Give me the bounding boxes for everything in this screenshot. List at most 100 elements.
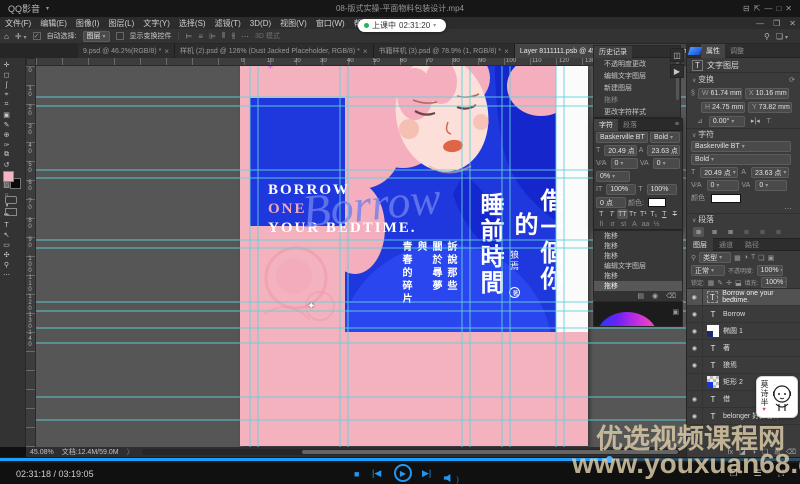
align-left-icon[interactable]: ⊨: [185, 32, 192, 41]
text-color-swatch[interactable]: [648, 198, 666, 207]
status-more-icon[interactable]: 〉: [127, 447, 134, 457]
layer-row[interactable]: ◉ T 狼焉: [687, 357, 800, 374]
menu-3d[interactable]: 3D(D): [250, 19, 271, 28]
history-state[interactable]: 编辑文字图层: [594, 70, 680, 82]
layers-tab[interactable]: 图层: [687, 238, 713, 251]
layer-visibility-toggle-off[interactable]: [687, 374, 703, 390]
history-brush-tool[interactable]: ↺: [0, 160, 13, 170]
history-state-current[interactable]: 拖移: [594, 281, 682, 291]
paragraph-section-label[interactable]: 段落: [692, 214, 714, 225]
tracking-field[interactable]: 0: [653, 158, 680, 169]
delete-state-icon[interactable]: ⌫: [666, 292, 676, 300]
ps-close-button[interactable]: ✕: [789, 19, 796, 28]
layer-visibility-toggle[interactable]: ◉: [687, 391, 703, 407]
lock-pixels-icon[interactable]: ✎: [717, 279, 723, 287]
fullscreen-button[interactable]: ⛶: [778, 468, 784, 479]
brush-tool[interactable]: ✑: [0, 140, 13, 150]
screenshot-button[interactable]: ❐: [730, 468, 738, 479]
opacity-field[interactable]: 100%: [757, 265, 783, 276]
layer-filter-kind-dropdown[interactable]: 类型: [699, 252, 731, 263]
small-caps-button[interactable]: Tт: [628, 209, 639, 219]
qq-minimize-button[interactable]: —: [764, 4, 772, 13]
shape-layer-thumbnail[interactable]: [707, 325, 719, 337]
ordinals-button[interactable]: aa: [640, 219, 651, 229]
faux-italic-button[interactable]: T: [607, 209, 618, 219]
gradient-panel-icon[interactable]: ▣: [672, 308, 679, 316]
lock-all-icon[interactable]: ⬓: [735, 279, 742, 287]
filter-shape-icon[interactable]: ❏: [758, 254, 764, 262]
history-state[interactable]: 拖移: [594, 231, 682, 241]
subscript-button[interactable]: T₁: [649, 209, 660, 219]
show-transform-checkbox[interactable]: [116, 32, 124, 40]
menu-window[interactable]: 窗口(W): [316, 18, 345, 29]
font-size-field[interactable]: 20.49 点: [604, 145, 637, 156]
lasso-tool[interactable]: ʃ: [0, 80, 13, 90]
rotate-angle-field[interactable]: 0.00°: [709, 116, 745, 127]
stop-button[interactable]: ■: [354, 469, 359, 479]
layer-visibility-toggle[interactable]: ◉: [687, 357, 703, 373]
distribute-h-icon[interactable]: ⫵: [231, 31, 235, 41]
more-align-icon[interactable]: ⋯: [241, 32, 249, 41]
filter-adjustment-icon[interactable]: ◑: [744, 254, 748, 261]
filter-smartobject-icon[interactable]: ▣: [768, 254, 775, 262]
doc-tab-1[interactable]: 9.psd @ 46.2%(RGB/8) *: [78, 44, 175, 58]
volume-button[interactable]: ): [444, 469, 459, 484]
align-center-icon[interactable]: ≡: [198, 32, 203, 41]
layer-row[interactable]: ◉ T 著: [687, 340, 800, 357]
layer-fx-icon[interactable]: fx: [728, 449, 733, 456]
collapsed-panel-actions-icon[interactable]: ▶: [670, 64, 684, 78]
new-snapshot-icon[interactable]: ◉: [652, 292, 658, 300]
ps-restore-button[interactable]: ❐: [773, 19, 780, 28]
clone-stamp-tool[interactable]: ⧉: [0, 150, 13, 160]
new-doc-from-state-icon[interactable]: ▤: [637, 292, 644, 300]
layer-visibility-toggle[interactable]: ◉: [687, 340, 703, 356]
titling-alt-button[interactable]: A: [629, 219, 640, 229]
props-color-swatch[interactable]: [711, 194, 741, 203]
layer-name[interactable]: 著: [723, 343, 730, 353]
healing-tool[interactable]: ⊕: [0, 130, 13, 140]
collapsed-panel-character-icon[interactable]: ◫: [670, 48, 684, 62]
props-size-field[interactable]: 20.49 点: [700, 167, 738, 178]
menu-select[interactable]: 选择(S): [179, 18, 206, 29]
fractions-button[interactable]: ½: [651, 219, 662, 229]
menu-edit[interactable]: 编辑(E): [40, 18, 67, 29]
adjustments-tab[interactable]: 调整: [725, 46, 749, 56]
marquee-tool[interactable]: ◻: [0, 70, 13, 80]
qq-close-button[interactable]: ✕: [785, 4, 792, 13]
layer-visibility-toggle[interactable]: ◉: [687, 306, 703, 322]
filter-pixel-icon[interactable]: ▦: [734, 254, 741, 262]
history-state[interactable]: 拖移: [594, 241, 682, 251]
props-font-dropdown[interactable]: Baskerville BT: [691, 141, 791, 152]
transform-section-label[interactable]: 变换: [692, 74, 714, 85]
text-layer-thumbnail[interactable]: T: [707, 342, 719, 354]
character-section-label[interactable]: 字符: [692, 129, 714, 140]
layer-mask-icon[interactable]: ◪: [739, 448, 746, 456]
transform-w-field[interactable]: W61.74 mm: [698, 88, 742, 99]
ps-minimize-button[interactable]: —: [756, 19, 764, 28]
transform-x-field[interactable]: X10.16 mm: [745, 88, 789, 99]
lock-transparent-icon[interactable]: ▦: [708, 279, 715, 287]
properties-tab[interactable]: 属性: [701, 44, 725, 58]
history-state[interactable]: 不透明度更改: [594, 58, 680, 70]
layer-name[interactable]: 狼焉: [723, 360, 737, 370]
history-state[interactable]: 更改字符样式: [594, 106, 680, 118]
paragraph-tab[interactable]: 段落: [618, 120, 642, 130]
channels-tab[interactable]: 通道: [713, 240, 739, 250]
frame-tool[interactable]: ▣: [0, 110, 13, 120]
horizontal-scale-field[interactable]: 100%: [647, 184, 677, 195]
flip-horizontal-icon[interactable]: ▸|◂: [751, 117, 760, 125]
workspace-switcher-icon[interactable]: ❏: [776, 32, 788, 41]
history-state[interactable]: 拖移: [594, 251, 682, 261]
menu-view[interactable]: 视图(V): [280, 18, 307, 29]
paths-tab[interactable]: 路径: [739, 240, 765, 250]
underline-button[interactable]: T: [659, 209, 670, 219]
quick-mask-button[interactable]: [5, 196, 17, 204]
stylistic-alt-button[interactable]: st: [618, 219, 629, 229]
ligatures-button[interactable]: fi: [596, 219, 607, 229]
shape-layer-thumbnail[interactable]: [707, 376, 719, 388]
font-family-dropdown[interactable]: Baskerville BT: [596, 132, 648, 143]
crop-tool[interactable]: ⌗: [0, 100, 13, 110]
zoom-level-field[interactable]: 45.08%: [30, 449, 54, 456]
horizontal-scrollbar-track[interactable]: [142, 449, 680, 455]
history-state[interactable]: 新建图层: [594, 82, 680, 94]
